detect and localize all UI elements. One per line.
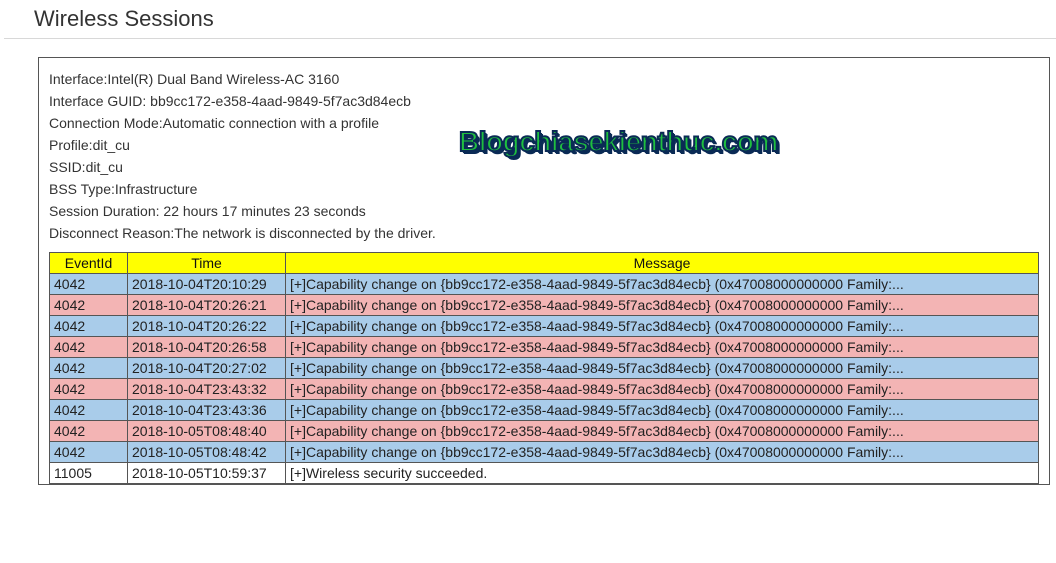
table-row[interactable]: 40422018-10-05T08:48:40[+]Capability cha… <box>50 421 1039 442</box>
guid-value: bb9cc172-e358-4aad-9849-5f7ac3d84ecb <box>150 93 411 109</box>
table-row[interactable]: 40422018-10-04T23:43:32[+]Capability cha… <box>50 379 1039 400</box>
cell-time: 2018-10-05T10:59:37 <box>128 463 286 484</box>
cell-time: 2018-10-04T20:27:02 <box>128 358 286 379</box>
cell-message: [+]Capability change on {bb9cc172-e358-4… <box>286 295 1039 316</box>
cell-message: [+]Capability change on {bb9cc172-e358-4… <box>286 316 1039 337</box>
table-row[interactable]: 40422018-10-04T20:26:22[+]Capability cha… <box>50 316 1039 337</box>
table-row[interactable]: 110052018-10-05T10:59:37[+]Wireless secu… <box>50 463 1039 484</box>
interface-label: Interface: <box>49 71 107 87</box>
meta-interface: Interface:Intel(R) Dual Band Wireless-AC… <box>49 68 1039 90</box>
cell-message: [+]Capability change on {bb9cc172-e358-4… <box>286 274 1039 295</box>
meta-connection-mode: Connection Mode:Automatic connection wit… <box>49 112 1039 134</box>
bss-label: BSS Type: <box>49 181 115 197</box>
col-message[interactable]: Message <box>286 253 1039 274</box>
cell-eventid: 4042 <box>50 295 128 316</box>
cell-eventid: 4042 <box>50 274 128 295</box>
table-row[interactable]: 40422018-10-04T23:43:36[+]Capability cha… <box>50 400 1039 421</box>
cell-message: [+]Capability change on {bb9cc172-e358-4… <box>286 337 1039 358</box>
cell-time: 2018-10-04T20:26:58 <box>128 337 286 358</box>
cell-time: 2018-10-04T20:26:22 <box>128 316 286 337</box>
meta-ssid: SSID:dit_cu <box>49 156 1039 178</box>
table-row[interactable]: 40422018-10-04T20:27:02[+]Capability cha… <box>50 358 1039 379</box>
guid-label: Interface GUID: <box>49 93 150 109</box>
cell-time: 2018-10-05T08:48:40 <box>128 421 286 442</box>
table-row[interactable]: 40422018-10-04T20:26:58[+]Capability cha… <box>50 337 1039 358</box>
table-header-row: EventId Time Message <box>50 253 1039 274</box>
meta-session-duration: Session Duration: 22 hours 17 minutes 23… <box>49 200 1039 222</box>
events-table: EventId Time Message 40422018-10-04T20:1… <box>49 252 1039 484</box>
cell-eventid: 4042 <box>50 379 128 400</box>
cell-time: 2018-10-04T23:43:32 <box>128 379 286 400</box>
cell-eventid: 4042 <box>50 400 128 421</box>
cell-time: 2018-10-04T20:10:29 <box>128 274 286 295</box>
cell-eventid: 4042 <box>50 442 128 463</box>
cell-eventid: 4042 <box>50 316 128 337</box>
cell-time: 2018-10-04T20:26:21 <box>128 295 286 316</box>
col-time[interactable]: Time <box>128 253 286 274</box>
cell-message: [+]Capability change on {bb9cc172-e358-4… <box>286 379 1039 400</box>
ssid-value: dit_cu <box>86 159 123 175</box>
table-row[interactable]: 40422018-10-04T20:26:21[+]Capability cha… <box>50 295 1039 316</box>
col-eventid[interactable]: EventId <box>50 253 128 274</box>
ssid-label: SSID: <box>49 159 86 175</box>
cell-message: [+]Capability change on {bb9cc172-e358-4… <box>286 400 1039 421</box>
duration-label: Session Duration: <box>49 203 163 219</box>
cell-eventid: 4042 <box>50 358 128 379</box>
cell-message: [+]Wireless security succeeded. <box>286 463 1039 484</box>
table-row[interactable]: 40422018-10-04T20:10:29[+]Capability cha… <box>50 274 1039 295</box>
cell-time: 2018-10-05T08:48:42 <box>128 442 286 463</box>
profile-label: Profile: <box>49 137 93 153</box>
profile-value: dit_cu <box>93 137 130 153</box>
meta-profile: Profile:dit_cu <box>49 134 1039 156</box>
meta-guid: Interface GUID: bb9cc172-e358-4aad-9849-… <box>49 90 1039 112</box>
cell-eventid: 11005 <box>50 463 128 484</box>
conn-mode-value: Automatic connection with a profile <box>163 115 379 131</box>
cell-eventid: 4042 <box>50 421 128 442</box>
page-title: Wireless Sessions <box>4 0 1056 39</box>
table-row[interactable]: 40422018-10-05T08:48:42[+]Capability cha… <box>50 442 1039 463</box>
duration-value: 22 hours 17 minutes 23 seconds <box>163 203 365 219</box>
cell-time: 2018-10-04T23:43:36 <box>128 400 286 421</box>
page: Wireless Sessions Blogchiasekienthuc.com… <box>0 0 1056 485</box>
interface-value: Intel(R) Dual Band Wireless-AC 3160 <box>107 71 339 87</box>
meta-disconnect-reason: Disconnect Reason:The network is disconn… <box>49 222 1039 244</box>
bss-value: Infrastructure <box>115 181 197 197</box>
session-panel: Blogchiasekienthuc.com Interface:Intel(R… <box>38 57 1050 485</box>
cell-eventid: 4042 <box>50 337 128 358</box>
cell-message: [+]Capability change on {bb9cc172-e358-4… <box>286 358 1039 379</box>
conn-mode-label: Connection Mode: <box>49 115 163 131</box>
meta-bss-type: BSS Type:Infrastructure <box>49 178 1039 200</box>
disc-label: Disconnect Reason: <box>49 225 174 241</box>
cell-message: [+]Capability change on {bb9cc172-e358-4… <box>286 442 1039 463</box>
disc-value: The network is disconnected by the drive… <box>174 225 435 241</box>
cell-message: [+]Capability change on {bb9cc172-e358-4… <box>286 421 1039 442</box>
